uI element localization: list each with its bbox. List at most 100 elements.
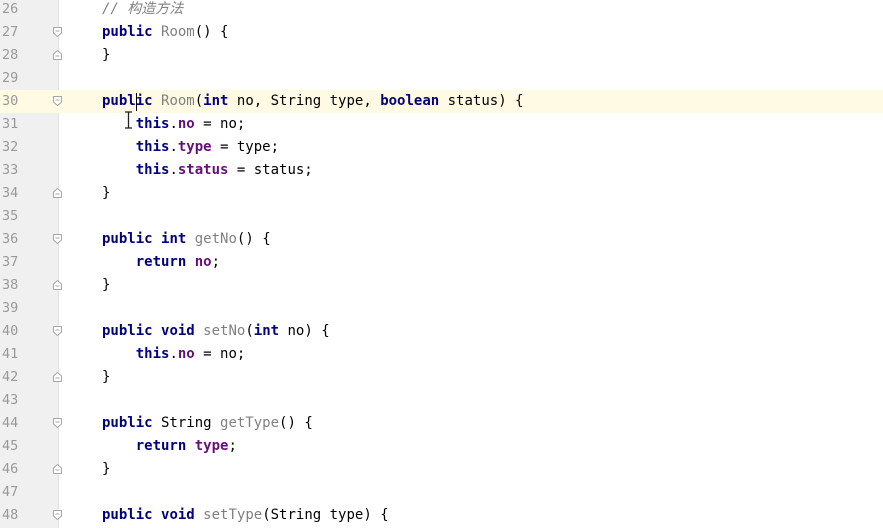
code-line-28[interactable]: 28} xyxy=(0,44,883,67)
fold-open-icon[interactable] xyxy=(53,27,62,37)
code-text[interactable]: this.no = no; xyxy=(102,343,246,366)
fold-close-icon[interactable] xyxy=(53,50,62,60)
code-line-38[interactable]: 38} xyxy=(0,274,883,297)
code-line-32[interactable]: 32 this.type = type; xyxy=(0,136,883,159)
code-text[interactable]: public Room(int no, String type, boolean… xyxy=(102,90,524,113)
line-number[interactable]: 41 xyxy=(0,343,42,366)
code-token-txt: no, String type, xyxy=(228,93,381,109)
code-token-txt: } xyxy=(102,47,111,63)
text-cursor-icon xyxy=(125,111,132,129)
code-line-26[interactable]: 26 // 构造方法 xyxy=(0,0,883,21)
line-number[interactable]: 27 xyxy=(0,21,42,44)
code-token-txt: ( xyxy=(194,93,204,109)
line-number[interactable]: 47 xyxy=(0,481,42,504)
code-token-txt: } xyxy=(102,277,111,293)
line-number[interactable]: 39 xyxy=(0,297,42,320)
line-number[interactable]: 29 xyxy=(0,67,42,90)
code-line-42[interactable]: 42} xyxy=(0,366,883,389)
line-number[interactable]: 26 xyxy=(0,0,42,21)
code-token-kw: boolean xyxy=(380,93,440,109)
code-text[interactable]: } xyxy=(102,274,110,297)
code-line-48[interactable]: 48 public void setType(String type) { xyxy=(0,504,883,527)
code-line-44[interactable]: 44 public String getType() { xyxy=(0,412,883,435)
line-number[interactable]: 31 xyxy=(0,113,42,136)
code-line-43[interactable]: 43 xyxy=(0,389,883,412)
line-number[interactable]: 44 xyxy=(0,412,42,435)
code-line-35[interactable]: 35 xyxy=(0,205,883,228)
line-number[interactable]: 40 xyxy=(0,320,42,343)
code-editor[interactable]: 26// 构造方法 27 public Room() {28} 29 30 public … xyxy=(0,0,883,528)
code-token-kw: return xyxy=(135,254,187,270)
line-number[interactable]: 46 xyxy=(0,458,42,481)
code-token-fld: no xyxy=(177,346,195,362)
fold-open-icon[interactable] xyxy=(53,326,62,336)
code-token-fn: setNo xyxy=(203,323,246,339)
fold-close-icon[interactable] xyxy=(53,372,62,382)
code-text[interactable]: public void setNo(int no) { xyxy=(102,320,330,343)
line-number[interactable]: 33 xyxy=(0,159,42,182)
code-text[interactable]: return type; xyxy=(102,435,237,458)
line-number[interactable]: 37 xyxy=(0,251,42,274)
code-line-29[interactable]: 29 xyxy=(0,67,883,90)
line-number[interactable]: 36 xyxy=(0,228,42,251)
code-line-36[interactable]: 36 public int getNo() { xyxy=(0,228,883,251)
code-text[interactable]: public String getType() { xyxy=(102,412,313,435)
line-number[interactable]: 45 xyxy=(0,435,42,458)
code-text[interactable]: } xyxy=(102,366,110,389)
code-line-33[interactable]: 33 this.status = status; xyxy=(0,159,883,182)
code-token-kw: void xyxy=(161,507,195,523)
code-line-47[interactable]: 47 xyxy=(0,481,883,504)
code-token-txt: status) { xyxy=(439,93,524,109)
line-number[interactable]: 34 xyxy=(0,182,42,205)
code-line-27[interactable]: 27 public Room() { xyxy=(0,21,883,44)
fold-close-icon[interactable] xyxy=(53,280,62,290)
code-line-41[interactable]: 41 this.no = no; xyxy=(0,343,883,366)
code-token-kw: public xyxy=(102,507,153,523)
code-token-txt: () { xyxy=(279,415,313,431)
code-line-40[interactable]: 40 public void setNo(int no) { xyxy=(0,320,883,343)
code-text[interactable]: } xyxy=(102,182,110,205)
line-number[interactable]: 32 xyxy=(0,136,42,159)
line-number[interactable]: 42 xyxy=(0,366,42,389)
code-text[interactable]: this.type = type; xyxy=(102,136,279,159)
code-text[interactable]: public int getNo() { xyxy=(102,228,271,251)
fold-close-icon[interactable] xyxy=(53,464,62,474)
code-token-txt: String xyxy=(152,415,221,431)
code-token-fn: setType xyxy=(203,507,263,523)
code-text[interactable]: // 构造方法 xyxy=(102,0,183,21)
line-number[interactable]: 43 xyxy=(0,389,42,412)
code-text[interactable]: this.status = status; xyxy=(102,159,313,182)
code-token-kw: int xyxy=(203,93,229,109)
fold-open-icon[interactable] xyxy=(53,510,62,520)
line-number[interactable]: 28 xyxy=(0,44,42,67)
code-line-46[interactable]: 46} xyxy=(0,458,883,481)
code-text[interactable]: public void setType(String type) { xyxy=(102,504,389,527)
line-number[interactable]: 38 xyxy=(0,274,42,297)
code-line-45[interactable]: 45 return type; xyxy=(0,435,883,458)
code-token-txt: } xyxy=(102,369,111,385)
code-text[interactable]: return no; xyxy=(102,251,220,274)
code-token-fld: no xyxy=(177,116,195,132)
code-token-fld: status xyxy=(177,162,229,178)
fold-open-icon[interactable] xyxy=(53,234,62,244)
code-line-37[interactable]: 37 return no; xyxy=(0,251,883,274)
code-text[interactable]: public Room() { xyxy=(102,21,228,44)
line-number[interactable]: 30 xyxy=(0,90,42,113)
code-line-30[interactable]: 30 public Room(int no, String type, boole… xyxy=(0,90,883,113)
code-token-kw: return xyxy=(135,438,187,454)
code-text[interactable]: } xyxy=(102,44,110,67)
fold-close-icon[interactable] xyxy=(53,188,62,198)
code-text[interactable]: } xyxy=(102,458,110,481)
fold-open-icon[interactable] xyxy=(53,418,62,428)
code-line-39[interactable]: 39 xyxy=(0,297,883,320)
line-number[interactable]: 35 xyxy=(0,205,42,228)
code-line-34[interactable]: 34} xyxy=(0,182,883,205)
fold-open-icon[interactable] xyxy=(53,96,62,106)
code-token-kw: public xyxy=(102,93,153,109)
line-number[interactable]: 48 xyxy=(0,504,42,527)
code-token-fn: Room xyxy=(161,93,195,109)
code-token-kw: public xyxy=(102,231,153,247)
